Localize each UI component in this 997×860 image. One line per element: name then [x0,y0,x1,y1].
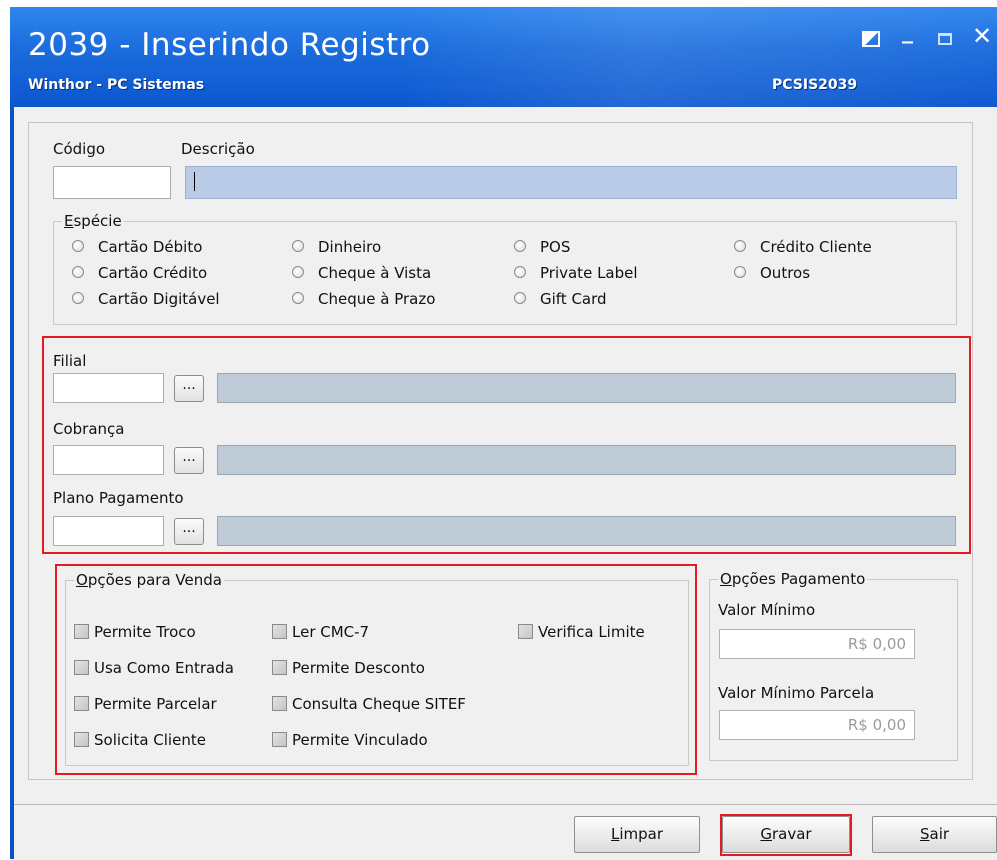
text-caret [194,172,195,191]
radio-label: Cartão Débito [98,238,203,256]
valor-minimo-input[interactable]: R$ 0,00 [719,629,915,659]
radio-label: Gift Card [540,290,607,308]
radio-circle-icon [72,266,84,278]
main-panel: Código Descrição Espécie Cartão Débito C… [28,122,973,780]
lookup-highlight-box [42,336,971,554]
maximize-icon[interactable] [938,33,952,45]
gravar-highlight-box [720,814,852,856]
opcoes-pagamento-mnemonic: O [720,570,732,588]
radio-circle-icon [734,266,746,278]
radio-label: Crédito Cliente [760,238,872,256]
opcoes-pagamento-legend-text: pções Pagamento [731,570,866,588]
valor-minimo-parcela-input[interactable]: R$ 0,00 [719,710,915,740]
radio-label: Outros [760,264,811,282]
radio-label: POS [540,238,571,256]
valor-minimo-label: Valor Mínimo [718,601,816,619]
especie-group: Espécie Cartão Débito Cartão Crédito Car… [53,212,957,325]
app-window: 2039 - Inserindo Registro Winthor - PC S… [10,7,997,860]
client-area: Código Descrição Espécie Cartão Débito C… [14,107,997,860]
valor-minimo-parcela-label: Valor Mínimo Parcela [718,684,875,702]
radio-circle-icon [514,266,526,278]
button-bar: Limpar Gravar Sair [14,804,997,860]
opcoes-venda-highlight-box [55,564,697,775]
descricao-input[interactable] [185,166,957,199]
especie-legend-text: spécie [73,212,122,230]
radio-circle-icon [514,292,526,304]
radio-circle-icon [72,240,84,252]
radio-circle-icon [514,240,526,252]
radio-label: Cheque à Vista [318,264,432,282]
especie-legend: Espécie [62,212,124,230]
radio-label: Private Label [540,264,638,282]
radio-label: Cartão Crédito [98,264,208,282]
limpar-label: impar [619,825,664,843]
program-code: PCSIS2039 [772,77,858,93]
minimize-icon[interactable]: _ [902,21,913,43]
radio-circle-icon [734,240,746,252]
radio-label: Cheque à Prazo [318,290,436,308]
codigo-input[interactable] [53,166,171,199]
restore-icon[interactable] [862,31,880,47]
radio-circle-icon [292,266,304,278]
opcoes-pagamento-legend: Opções Pagamento [718,570,868,588]
title-bar[interactable]: 2039 - Inserindo Registro Winthor - PC S… [10,7,997,107]
radio-circle-icon [72,292,84,304]
window-subtitle: Winthor - PC Sistemas [28,77,205,93]
opcoes-pagamento-group: Opções Pagamento Valor Mínimo R$ 0,00 Va… [709,570,958,761]
sair-mnemonic: S [919,825,930,843]
descricao-label: Descrição [181,140,255,158]
codigo-label: Código [53,140,106,158]
radio-circle-icon [292,240,304,252]
radio-label: Dinheiro [318,238,382,256]
sair-button[interactable]: Sair [872,816,997,853]
radio-circle-icon [292,292,304,304]
close-icon[interactable]: ✕ [972,24,992,48]
limpar-button[interactable]: Limpar [574,816,700,853]
window-title: 2039 - Inserindo Registro [28,27,431,63]
sair-label: air [929,825,950,843]
radio-label: Cartão Digitável [98,290,220,308]
